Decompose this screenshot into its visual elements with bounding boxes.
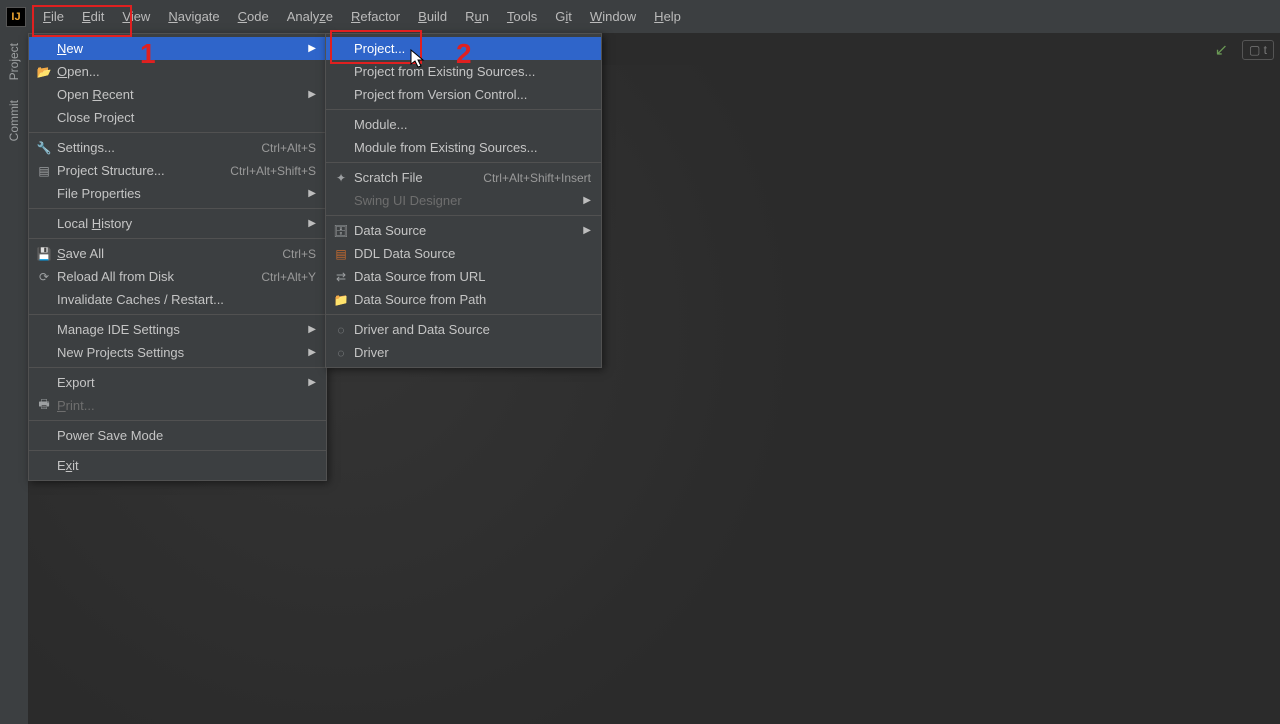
driver-icon: ◌ bbox=[332, 346, 350, 360]
menu-window[interactable]: Window bbox=[581, 2, 645, 31]
file-open-recent[interactable]: Open Recent▶ bbox=[29, 83, 326, 106]
menu-code[interactable]: Code bbox=[229, 2, 278, 31]
new-ds-path[interactable]: 📁 Data Source from Path bbox=[326, 288, 601, 311]
new-module-existing[interactable]: Module from Existing Sources... bbox=[326, 136, 601, 159]
folder-icon: 📁 bbox=[332, 293, 350, 307]
new-project[interactable]: Project... bbox=[326, 37, 601, 60]
save-icon: 💾 bbox=[35, 247, 53, 261]
ddl-icon: ▤ bbox=[332, 247, 350, 261]
file-close-project[interactable]: Close Project bbox=[29, 106, 326, 129]
file-menu-dropdown: New ▶ 📂 Open... Open Recent▶ Close Proje… bbox=[28, 33, 327, 481]
file-save-all[interactable]: 💾 Save AllCtrl+S bbox=[29, 242, 326, 265]
new-swing: Swing UI Designer▶ bbox=[326, 189, 601, 212]
new-submenu: Project... Project from Existing Sources… bbox=[325, 33, 602, 368]
structure-icon: ▤ bbox=[35, 164, 53, 178]
driver-ds-icon: ◌ bbox=[332, 323, 350, 337]
file-invalidate[interactable]: Invalidate Caches / Restart... bbox=[29, 288, 326, 311]
toolbar-right: ↙ ▢ t bbox=[1215, 40, 1274, 60]
file-export[interactable]: Export▶ bbox=[29, 371, 326, 394]
new-ddl[interactable]: ▤ DDL Data Source bbox=[326, 242, 601, 265]
file-print: 🖶 Print... bbox=[29, 394, 326, 417]
folder-open-icon: 📂 bbox=[35, 65, 53, 79]
file-file-properties[interactable]: File Properties▶ bbox=[29, 182, 326, 205]
new-module[interactable]: Module... bbox=[326, 113, 601, 136]
file-power-save[interactable]: Power Save Mode bbox=[29, 424, 326, 447]
menu-run[interactable]: Run bbox=[456, 2, 498, 31]
toolwindow-commit[interactable]: Commit bbox=[7, 100, 21, 141]
menu-tools[interactable]: Tools bbox=[498, 2, 546, 31]
left-tool-strip: Project Commit bbox=[0, 33, 29, 724]
menu-git[interactable]: Git bbox=[546, 2, 581, 31]
file-new-projects-settings[interactable]: New Projects Settings▶ bbox=[29, 341, 326, 364]
database-icon: 🗄 bbox=[332, 224, 350, 238]
tab-overflow[interactable]: ▢ t bbox=[1242, 40, 1274, 60]
print-icon: 🖶 bbox=[35, 395, 53, 416]
new-driver[interactable]: ◌ Driver bbox=[326, 341, 601, 364]
file-project-structure[interactable]: ▤ Project Structure...Ctrl+Alt+Shift+S bbox=[29, 159, 326, 182]
file-reload[interactable]: ⟳ Reload All from DiskCtrl+Alt+Y bbox=[29, 265, 326, 288]
main-menubar: IJ File Edit View Navigate Code Analyze … bbox=[0, 0, 1280, 33]
file-open[interactable]: 📂 Open... bbox=[29, 60, 326, 83]
menu-analyze[interactable]: Analyze bbox=[278, 2, 342, 31]
app-icon: IJ bbox=[6, 7, 26, 27]
url-icon: ⇄ bbox=[332, 270, 350, 284]
new-data-source[interactable]: 🗄 Data Source▶ bbox=[326, 219, 601, 242]
file-local-history[interactable]: Local History▶ bbox=[29, 212, 326, 235]
wrench-icon: 🔧 bbox=[35, 141, 53, 155]
new-ds-url[interactable]: ⇄ Data Source from URL bbox=[326, 265, 601, 288]
new-scratch[interactable]: ✦ Scratch FileCtrl+Alt+Shift+Insert bbox=[326, 166, 601, 189]
menu-help[interactable]: Help bbox=[645, 2, 690, 31]
menu-build[interactable]: Build bbox=[409, 2, 456, 31]
menu-navigate[interactable]: Navigate bbox=[159, 2, 228, 31]
new-project-vcs[interactable]: Project from Version Control... bbox=[326, 83, 601, 106]
file-manage-ide[interactable]: Manage IDE Settings▶ bbox=[29, 318, 326, 341]
submenu-arrow-icon: ▶ bbox=[308, 43, 316, 54]
new-driver-ds[interactable]: ◌ Driver and Data Source bbox=[326, 318, 601, 341]
file-settings[interactable]: 🔧 Settings...Ctrl+Alt+S bbox=[29, 136, 326, 159]
scratch-icon: ✦ bbox=[332, 171, 350, 185]
menu-edit[interactable]: Edit bbox=[73, 2, 113, 31]
menu-view[interactable]: View bbox=[113, 2, 159, 31]
toolwindow-project[interactable]: Project bbox=[7, 43, 21, 80]
reload-icon: ⟳ bbox=[35, 270, 53, 284]
push-icon[interactable]: ↙ bbox=[1215, 40, 1228, 60]
menu-refactor[interactable]: Refactor bbox=[342, 2, 409, 31]
file-new[interactable]: New ▶ bbox=[29, 37, 326, 60]
new-project-existing[interactable]: Project from Existing Sources... bbox=[326, 60, 601, 83]
file-exit[interactable]: Exit bbox=[29, 454, 326, 477]
menu-file[interactable]: File bbox=[34, 2, 73, 31]
